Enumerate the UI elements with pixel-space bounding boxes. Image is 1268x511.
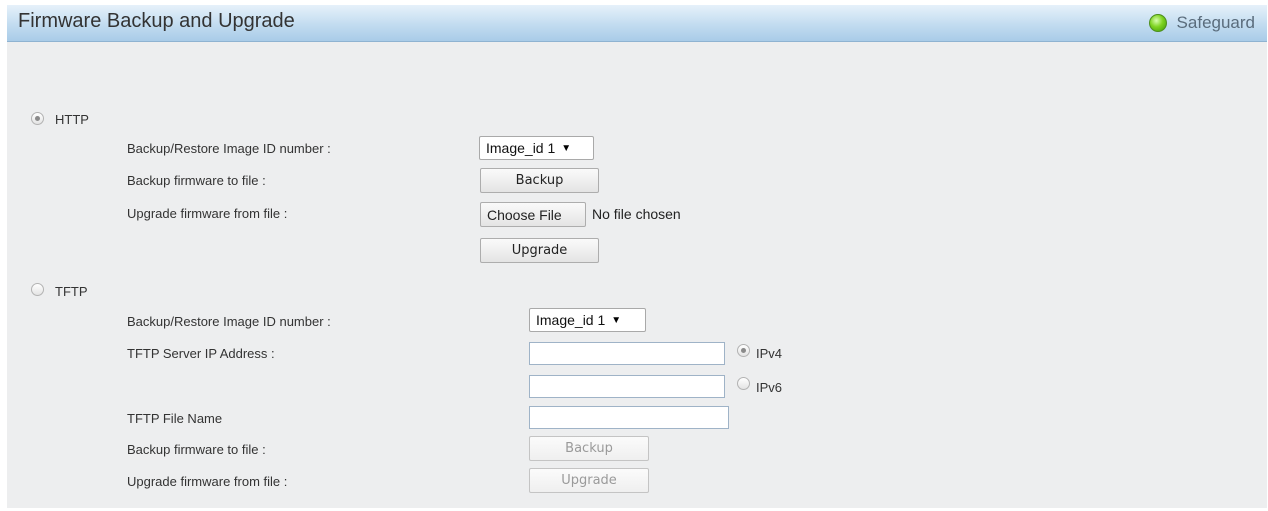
http-image-id-label: Backup/Restore Image ID number : (127, 141, 331, 156)
http-backup-button[interactable]: Backup (480, 168, 599, 193)
ipv4-address-input[interactable] (529, 342, 725, 365)
dropdown-arrow-icon: ▼ (561, 142, 572, 154)
tftp-backup-label: Backup firmware to file : (127, 442, 266, 457)
page-title: Firmware Backup and Upgrade (18, 10, 295, 32)
tftp-file-name-label: TFTP File Name (127, 411, 223, 426)
dropdown-arrow-icon: ▼ (611, 314, 622, 326)
http-image-id-value: Image_id 1 (486, 140, 556, 156)
title-bar: Firmware Backup and Upgrade Safeguard (7, 5, 1267, 42)
safeguard-indicator: Safeguard (1148, 13, 1255, 33)
http-image-id-select[interactable]: Image_id 1 ▼ (479, 136, 594, 160)
http-label: HTTP (55, 112, 89, 127)
ipv4-radio[interactable] (737, 344, 750, 357)
status-led-icon (1148, 14, 1167, 32)
tftp-label: TFTP (55, 284, 88, 299)
tftp-file-name-input[interactable] (529, 406, 729, 429)
tftp-radio[interactable] (31, 283, 44, 296)
safeguard-label: Safeguard (1176, 13, 1255, 32)
tftp-backup-button[interactable]: Backup (529, 436, 649, 461)
tftp-upgrade-label: Upgrade firmware from file : (127, 474, 288, 489)
tftp-upgrade-button[interactable]: Upgrade (529, 468, 649, 493)
tftp-image-id-value: Image_id 1 (536, 312, 606, 328)
tftp-image-id-label: Backup/Restore Image ID number : (127, 314, 331, 329)
tftp-server-ip-label: TFTP Server IP Address : (127, 346, 275, 361)
tftp-image-id-select[interactable]: Image_id 1 ▼ (529, 308, 646, 332)
choose-file-button[interactable]: Choose File (480, 202, 586, 227)
http-radio[interactable] (31, 112, 44, 125)
file-status-text: No file chosen (592, 206, 681, 222)
http-backup-label: Backup firmware to file : (127, 173, 266, 188)
content-panel (7, 5, 1267, 508)
http-upgrade-label: Upgrade firmware from file : (127, 206, 288, 221)
ipv6-label: IPv6 (756, 380, 783, 395)
ipv4-label: IPv4 (756, 346, 783, 361)
ipv6-address-input[interactable] (529, 375, 725, 398)
ipv6-radio[interactable] (737, 377, 750, 390)
http-upgrade-button[interactable]: Upgrade (480, 238, 599, 263)
